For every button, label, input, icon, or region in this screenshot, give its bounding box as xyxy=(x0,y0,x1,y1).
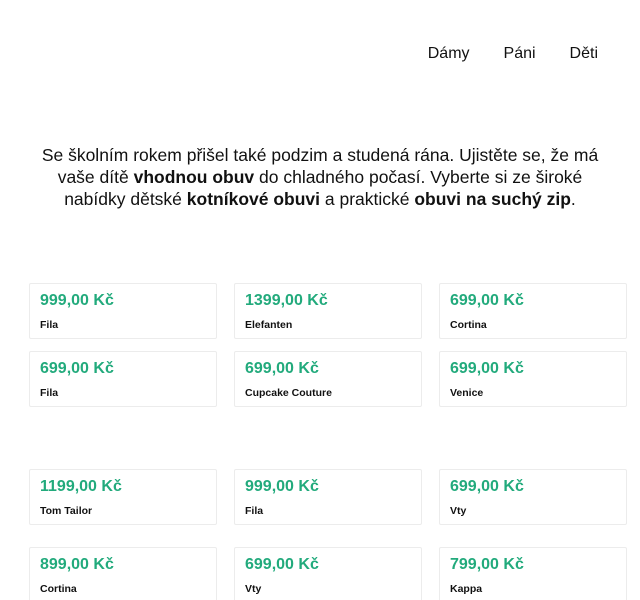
product-brand: Elefanten xyxy=(245,319,293,331)
intro-bold-velcro-footwear: obuvi na suchý zip xyxy=(414,188,571,209)
product-price: 699,00 Kč xyxy=(450,478,524,495)
page: Dámy Páni Děti Se školním rokem přišel t… xyxy=(0,0,640,600)
nav-item-damy[interactable]: Dámy xyxy=(428,44,470,64)
intro-bold-suitable-footwear: vhodnou obuv xyxy=(133,166,255,187)
nav-item-deti[interactable]: Děti xyxy=(570,44,598,64)
product-price: 899,00 Kč xyxy=(40,556,114,573)
product-card[interactable]: 699,00 Kč Venice xyxy=(439,351,627,407)
product-brand: Tom Tailor xyxy=(40,505,93,517)
product-brand: Venice xyxy=(450,387,484,399)
product-brand: Vty xyxy=(245,583,262,595)
product-brand: Vty xyxy=(450,505,467,517)
main-nav: Dámy Páni Děti xyxy=(394,44,598,64)
product-card[interactable]: 999,00 Kč Fila xyxy=(29,283,217,339)
product-price: 799,00 Kč xyxy=(450,556,524,573)
product-brand: Cupcake Couture xyxy=(245,387,332,399)
product-card[interactable]: 1399,00 Kč Elefanten xyxy=(234,283,422,339)
product-card[interactable]: 999,00 Kč Fila xyxy=(234,469,422,525)
product-card[interactable]: 699,00 Kč Fila xyxy=(29,351,217,407)
product-brand: Fila xyxy=(245,505,264,517)
product-price: 999,00 Kč xyxy=(245,478,319,495)
product-card[interactable]: 699,00 Kč Cortina xyxy=(439,283,627,339)
product-card[interactable]: 699,00 Kč Vty xyxy=(234,547,422,600)
product-price: 699,00 Kč xyxy=(450,360,524,377)
product-price: 1399,00 Kč xyxy=(245,292,328,309)
product-card[interactable]: 799,00 Kč Kappa xyxy=(439,547,627,600)
intro-text-part: a praktické xyxy=(320,188,415,209)
product-price: 999,00 Kč xyxy=(40,292,114,309)
product-brand: Fila xyxy=(40,387,59,399)
product-price: 699,00 Kč xyxy=(245,360,319,377)
product-card[interactable]: 699,00 Kč Vty xyxy=(439,469,627,525)
product-brand: Cortina xyxy=(450,319,487,331)
product-card[interactable]: 899,00 Kč Cortina xyxy=(29,547,217,600)
product-price: 699,00 Kč xyxy=(450,292,524,309)
product-card[interactable]: 1199,00 Kč Tom Tailor xyxy=(29,469,217,525)
product-price: 1199,00 Kč xyxy=(40,478,122,495)
nav-item-pani[interactable]: Páni xyxy=(504,44,536,64)
product-card[interactable]: 699,00 Kč Cupcake Couture xyxy=(234,351,422,407)
intro-text-part: . xyxy=(570,188,576,209)
intro-text: Se školním rokem přišel také podzim a st… xyxy=(30,144,610,210)
product-price: 699,00 Kč xyxy=(40,360,114,377)
intro-bold-ankle-footwear: kotníkové obuvi xyxy=(186,188,320,209)
product-brand: Cortina xyxy=(40,583,77,595)
product-brand: Fila xyxy=(40,319,59,331)
product-brand: Kappa xyxy=(450,583,483,595)
product-price: 699,00 Kč xyxy=(245,556,319,573)
